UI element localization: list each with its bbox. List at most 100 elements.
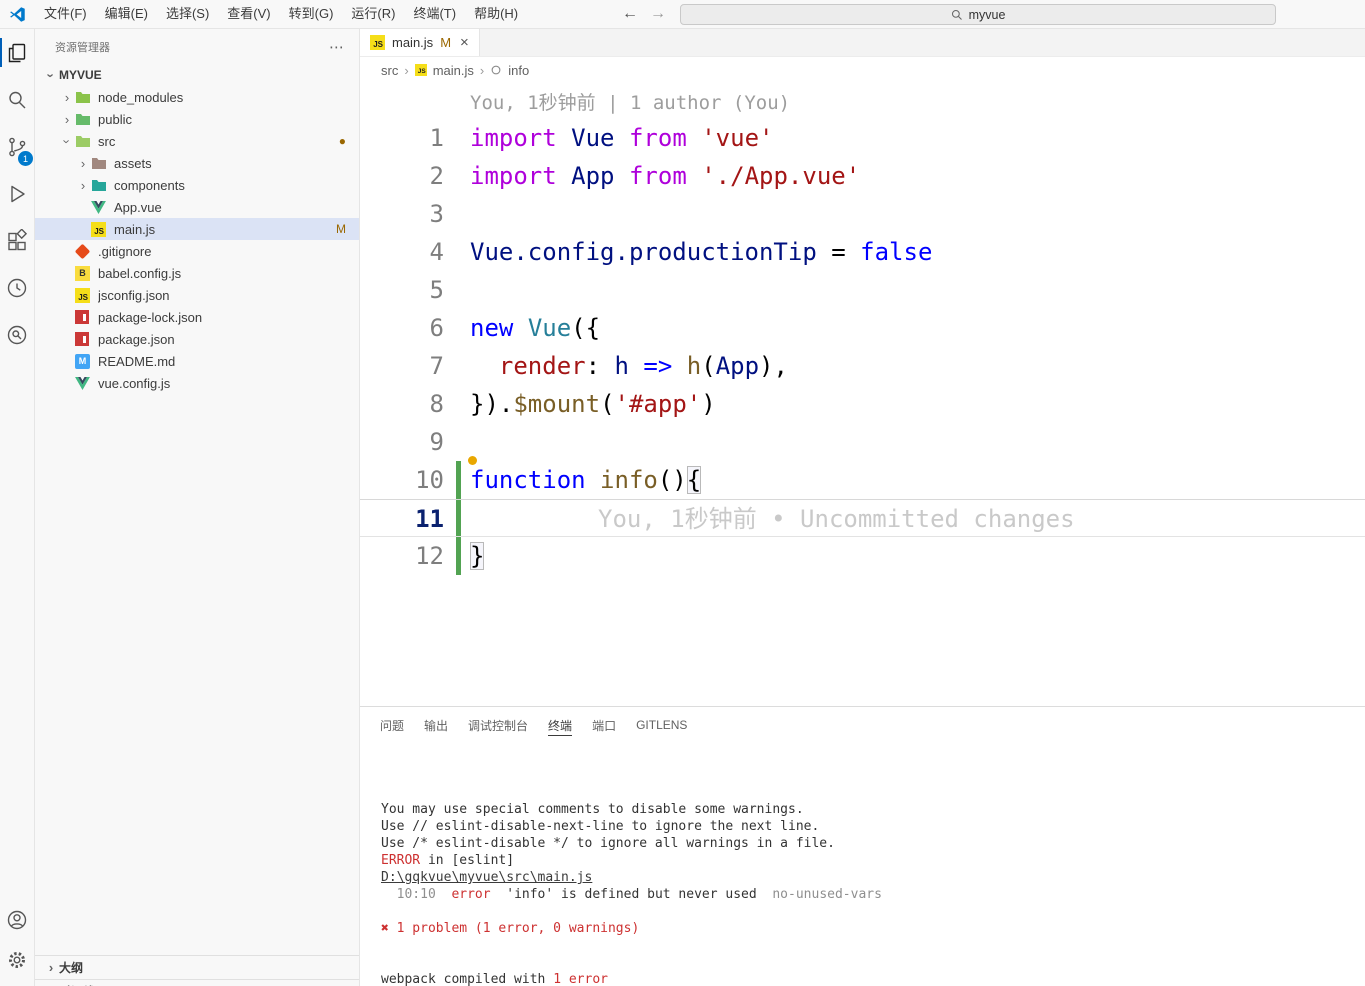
tree-item-package-json[interactable]: ›package.json [35, 328, 359, 350]
tree-item-app-vue[interactable]: ›App.vue [35, 196, 359, 218]
line-number: 11 [415, 505, 444, 533]
code-line-10[interactable]: 10 function info(){ [360, 456, 1365, 499]
section-outline[interactable]: › 大纲 [35, 955, 359, 979]
file-label: babel.config.js [98, 265, 182, 281]
activity-gitlens-button[interactable] [0, 264, 34, 311]
activity-explorer-button[interactable] [0, 29, 34, 76]
tree-item-assets[interactable]: › assets [35, 152, 359, 174]
breadcrumb-file[interactable]: main.js [433, 63, 474, 78]
gitlens-blame-annotation: You, 1秒钟前 • Uncommitted changes [598, 505, 1075, 533]
menu-file[interactable]: 文件(F) [35, 0, 96, 28]
tree-item-public[interactable]: › public [35, 108, 359, 130]
chevron-right-icon[interactable]: › [59, 90, 75, 105]
menu-run[interactable]: 运行(R) [342, 0, 404, 28]
activity-gitlens-inspect-button[interactable] [0, 311, 34, 358]
menu-edit[interactable]: 编辑(E) [96, 0, 157, 28]
chevron-right-icon: › [48, 960, 54, 975]
babel-icon: B [75, 265, 93, 281]
panel-tab-terminal[interactable]: 终端 [538, 707, 582, 743]
chevron-right-icon[interactable]: › [59, 112, 75, 127]
extensions-icon [8, 228, 28, 250]
tree-item-readme-md[interactable]: ›MREADME.md [35, 350, 359, 372]
settings-button[interactable] [0, 940, 34, 980]
more-actions-icon[interactable]: ⋯ [329, 38, 345, 56]
section-timeline[interactable]: › 时间线 [35, 979, 359, 986]
panel-tab-gitlens[interactable]: GITLENS [626, 707, 697, 743]
tab-main-js[interactable]: JS main.js M × [360, 29, 480, 56]
line-number: 8 [429, 390, 444, 418]
terminal[interactable]: You may use special comments to disable … [360, 743, 1365, 986]
activity-search-button[interactable] [0, 76, 34, 123]
code-line-12[interactable]: 12} [360, 537, 1365, 575]
code-line-11[interactable]: 11 You, 1秒钟前 • Uncommitted changes [360, 499, 1365, 537]
code-line-9[interactable]: 9 [360, 423, 1365, 461]
account-button[interactable] [0, 900, 34, 940]
tree-root-myvue[interactable]: › MYVUE [35, 64, 359, 86]
tree-item-jsconfig-json[interactable]: ›JSjsconfig.json [35, 284, 359, 306]
terminal-line-8: ✖ 1 problem (1 error, 0 warnings) [381, 920, 1365, 937]
menu-help[interactable]: 帮助(H) [465, 0, 527, 28]
terminal-line-6: 10:10 error 'info' is defined but never … [381, 886, 1365, 903]
sidebar-explorer: 资源管理器 ⋯ › MYVUE › node_modules › public › src… [35, 29, 360, 986]
panel-tab-ports[interactable]: 端口 [582, 707, 626, 743]
terminal-line-7 [381, 903, 1365, 920]
terminal-file-link[interactable]: D:\gqkvue\myvue\src\main.js [381, 870, 592, 885]
activity-source-control-button[interactable]: 1 [0, 123, 34, 170]
code-line-6[interactable]: 6 new Vue({ [360, 309, 1365, 347]
code-line-2[interactable]: 2 import App from './App.vue' [360, 157, 1365, 195]
code-line-3[interactable]: 3 [360, 195, 1365, 233]
chevron-down-icon[interactable]: › [60, 133, 75, 149]
menu-goto[interactable]: 转到(G) [280, 0, 343, 28]
titlebar: 文件(F) 编辑(E) 选择(S) 查看(V) 转到(G) 运行(R) 终端(T) 帮助(H)… [0, 0, 1365, 29]
tree-item-babel-config-js[interactable]: ›Bbabel.config.js [35, 262, 359, 284]
code-line-1[interactable]: 1 import Vue from 'vue' [360, 119, 1365, 157]
panel-tab-debug-console[interactable]: 调试控制台 [458, 707, 538, 743]
menu-view[interactable]: 查看(V) [218, 0, 279, 28]
file-label: package-lock.json [98, 309, 203, 325]
terminal-line-5: D:\gqkvue\myvue\src\main.js [381, 869, 1365, 886]
git-status-badge: ● [338, 134, 346, 148]
panel-tab-output[interactable]: 输出 [414, 707, 458, 743]
gitlens-icon [7, 278, 27, 297]
file-label: components [114, 177, 185, 193]
forward-arrow-icon[interactable]: → [650, 0, 666, 28]
tree-item-main-js[interactable]: ›JSmain.jsM [35, 218, 359, 240]
terminal-line-4: ERROR in [eslint] [381, 852, 1365, 869]
command-center-search[interactable]: myvue [680, 4, 1276, 25]
git-icon [74, 243, 93, 259]
line-number: 4 [429, 238, 444, 266]
panel-tab-problems[interactable]: 问题 [370, 707, 414, 743]
line-number: 9 [429, 428, 444, 456]
chevron-right-icon[interactable]: › [75, 178, 91, 193]
code-line-5[interactable]: 5 [360, 271, 1365, 309]
terminal-text: Use /* eslint-disable */ to ignore all w… [381, 836, 835, 851]
tree-item-components[interactable]: › components [35, 174, 359, 196]
breadcrumb-symbol[interactable]: info [508, 63, 529, 78]
tree-item-package-lock-json[interactable]: ›package-lock.json [35, 306, 359, 328]
terminal-line-3: Use /* eslint-disable */ to ignore all w… [381, 835, 1365, 852]
activity-extensions-button[interactable] [0, 217, 34, 264]
menu-terminal[interactable]: 终端(T) [404, 0, 465, 28]
breadcrumb-separator: › [404, 62, 409, 78]
close-icon[interactable]: × [460, 34, 469, 51]
back-arrow-icon[interactable]: ← [622, 0, 638, 28]
account-icon [7, 910, 27, 930]
folder-icon [75, 135, 93, 148]
code-line-7[interactable]: 7 render: h => h(App), [360, 347, 1365, 385]
menu-selection[interactable]: 选择(S) [157, 0, 218, 28]
activity-run-debug-button[interactable] [0, 170, 34, 217]
tree-item-gitignore[interactable]: ›.gitignore [35, 240, 359, 262]
terminal-text: ✖ 1 problem (1 error, 0 warnings) [381, 921, 640, 936]
gitlens-codelens[interactable]: You, 1秒钟前 | 1 author (You) [360, 87, 1365, 119]
code-line-8[interactable]: 8 }).$mount('#app') [360, 385, 1365, 423]
tree-item-node-modules[interactable]: › node_modules [35, 86, 359, 108]
tree-item-vue-config-js[interactable]: ›vue.config.js [35, 372, 359, 394]
code-text: }).$mount('#app') [470, 390, 716, 418]
tree-item-src[interactable]: › src ● [35, 130, 359, 152]
breadcrumb-folder[interactable]: src [381, 63, 398, 78]
code-line-4[interactable]: 4 Vue.config.productionTip = false [360, 233, 1365, 271]
terminal-text: 10:10 [381, 887, 452, 902]
line-number: 1 [429, 124, 444, 152]
terminal-text: 1 error [553, 972, 608, 986]
chevron-right-icon[interactable]: › [75, 156, 91, 171]
